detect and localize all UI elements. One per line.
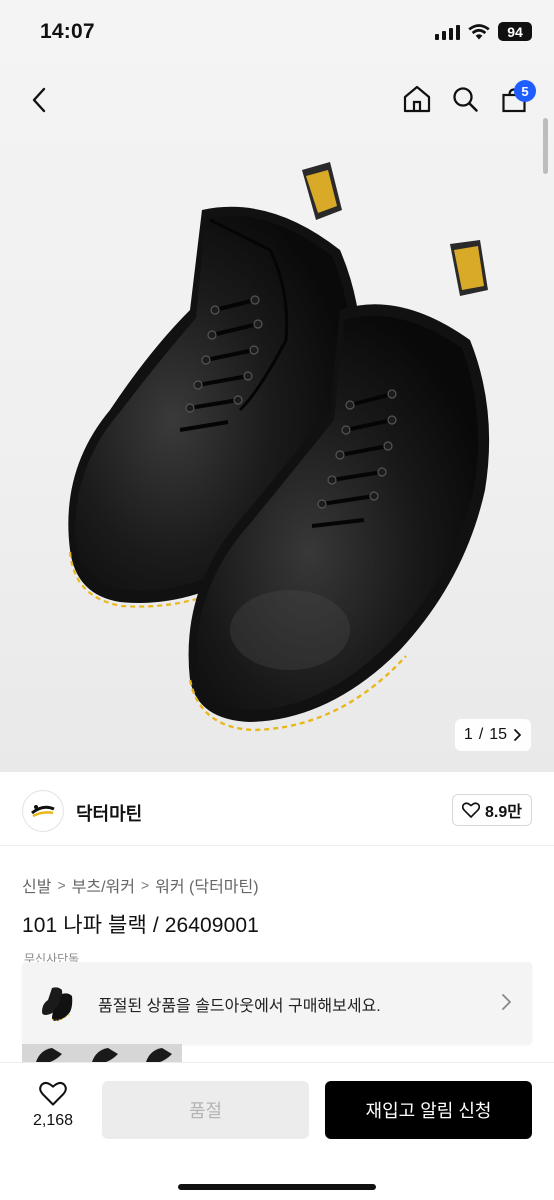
- status-bar: 14:07 94: [0, 0, 554, 66]
- home-icon: [403, 85, 431, 113]
- status-icons: 94: [435, 22, 532, 41]
- status-time: 14:07: [40, 20, 95, 43]
- breadcrumb: 신발 > 부츠/워커 > 워커 (닥터마틴): [22, 873, 259, 897]
- back-button[interactable]: [24, 84, 56, 116]
- brand-like-button[interactable]: 8.9만: [452, 794, 532, 826]
- product-image-gallery[interactable]: 14:07 94 5 1 / 15: [0, 0, 554, 772]
- image-counter-separator: /: [478, 726, 484, 743]
- brand-like-count: 8.9만: [485, 804, 522, 821]
- breadcrumb-item[interactable]: 부츠/워커: [72, 873, 135, 897]
- battery-icon: 94: [498, 22, 532, 41]
- thumbnail-boots: [36, 1048, 172, 1062]
- soldout-banner[interactable]: 품절된 상품을 솔드아웃에서 구매해보세요.: [22, 962, 532, 1044]
- wishlist-button[interactable]: 2,168: [26, 1081, 80, 1130]
- cart-button[interactable]: 5: [496, 80, 536, 118]
- soldout-boots-thumbnail: [42, 987, 73, 1021]
- wifi-icon: [468, 23, 490, 39]
- search-icon: [453, 87, 478, 112]
- scroll-indicator: [543, 118, 548, 174]
- product-title: 101 나파 블랙 / 26409001: [22, 914, 259, 937]
- image-counter-current: 1: [463, 726, 473, 743]
- soldout-button: 품절: [102, 1081, 309, 1139]
- product-photo-boots: [68, 162, 490, 732]
- breadcrumb-separator: >: [57, 877, 66, 893]
- home-indicator: [178, 1184, 376, 1190]
- thumbnail-strip[interactable]: [22, 1044, 182, 1062]
- brand-name[interactable]: 닥터마틴: [76, 800, 142, 826]
- chevron-right-icon: [514, 729, 521, 741]
- restock-alert-button[interactable]: 재입고 알림 신청: [325, 1081, 532, 1139]
- soldout-banner-text: 품절된 상품을 솔드아웃에서 구매해보세요.: [98, 998, 381, 1015]
- chevron-right-icon: [502, 994, 511, 1010]
- heart-icon: [462, 802, 481, 818]
- bottom-action-bar: 2,168 품절 재입고 알림 신청: [0, 1062, 554, 1200]
- breadcrumb-separator: >: [140, 877, 150, 893]
- breadcrumb-item[interactable]: 신발: [22, 873, 51, 897]
- home-button[interactable]: [400, 82, 434, 116]
- brand-logo-icon: [25, 793, 61, 829]
- search-button[interactable]: [448, 82, 482, 116]
- wishlist-count: 2,168: [32, 1112, 74, 1129]
- breadcrumb-item[interactable]: 워커 (닥터마틴): [155, 873, 258, 897]
- image-counter-total: 15: [489, 726, 508, 743]
- brand-row[interactable]: 닥터마틴 8.9만: [0, 780, 554, 846]
- cellular-signal-icon: [435, 24, 460, 40]
- image-counter[interactable]: 1 / 15: [455, 719, 531, 751]
- brand-logo[interactable]: [22, 790, 64, 832]
- top-nav-bar: 5: [0, 72, 554, 128]
- heart-icon: [39, 1081, 67, 1106]
- cart-count-badge: 5: [514, 80, 536, 102]
- back-chevron-icon: [32, 87, 46, 113]
